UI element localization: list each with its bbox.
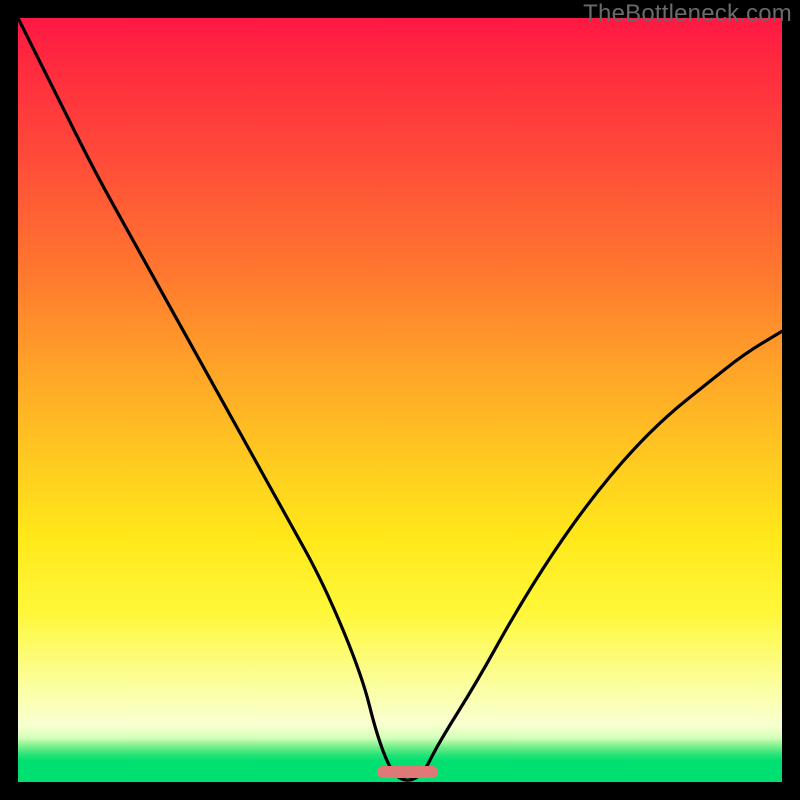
minimum-marker <box>377 766 438 778</box>
attribution-label: TheBottleneck.com <box>583 0 792 28</box>
plot-area <box>18 18 782 782</box>
bottleneck-curve <box>18 18 782 782</box>
bottleneck-chart: TheBottleneck.com <box>0 0 800 800</box>
